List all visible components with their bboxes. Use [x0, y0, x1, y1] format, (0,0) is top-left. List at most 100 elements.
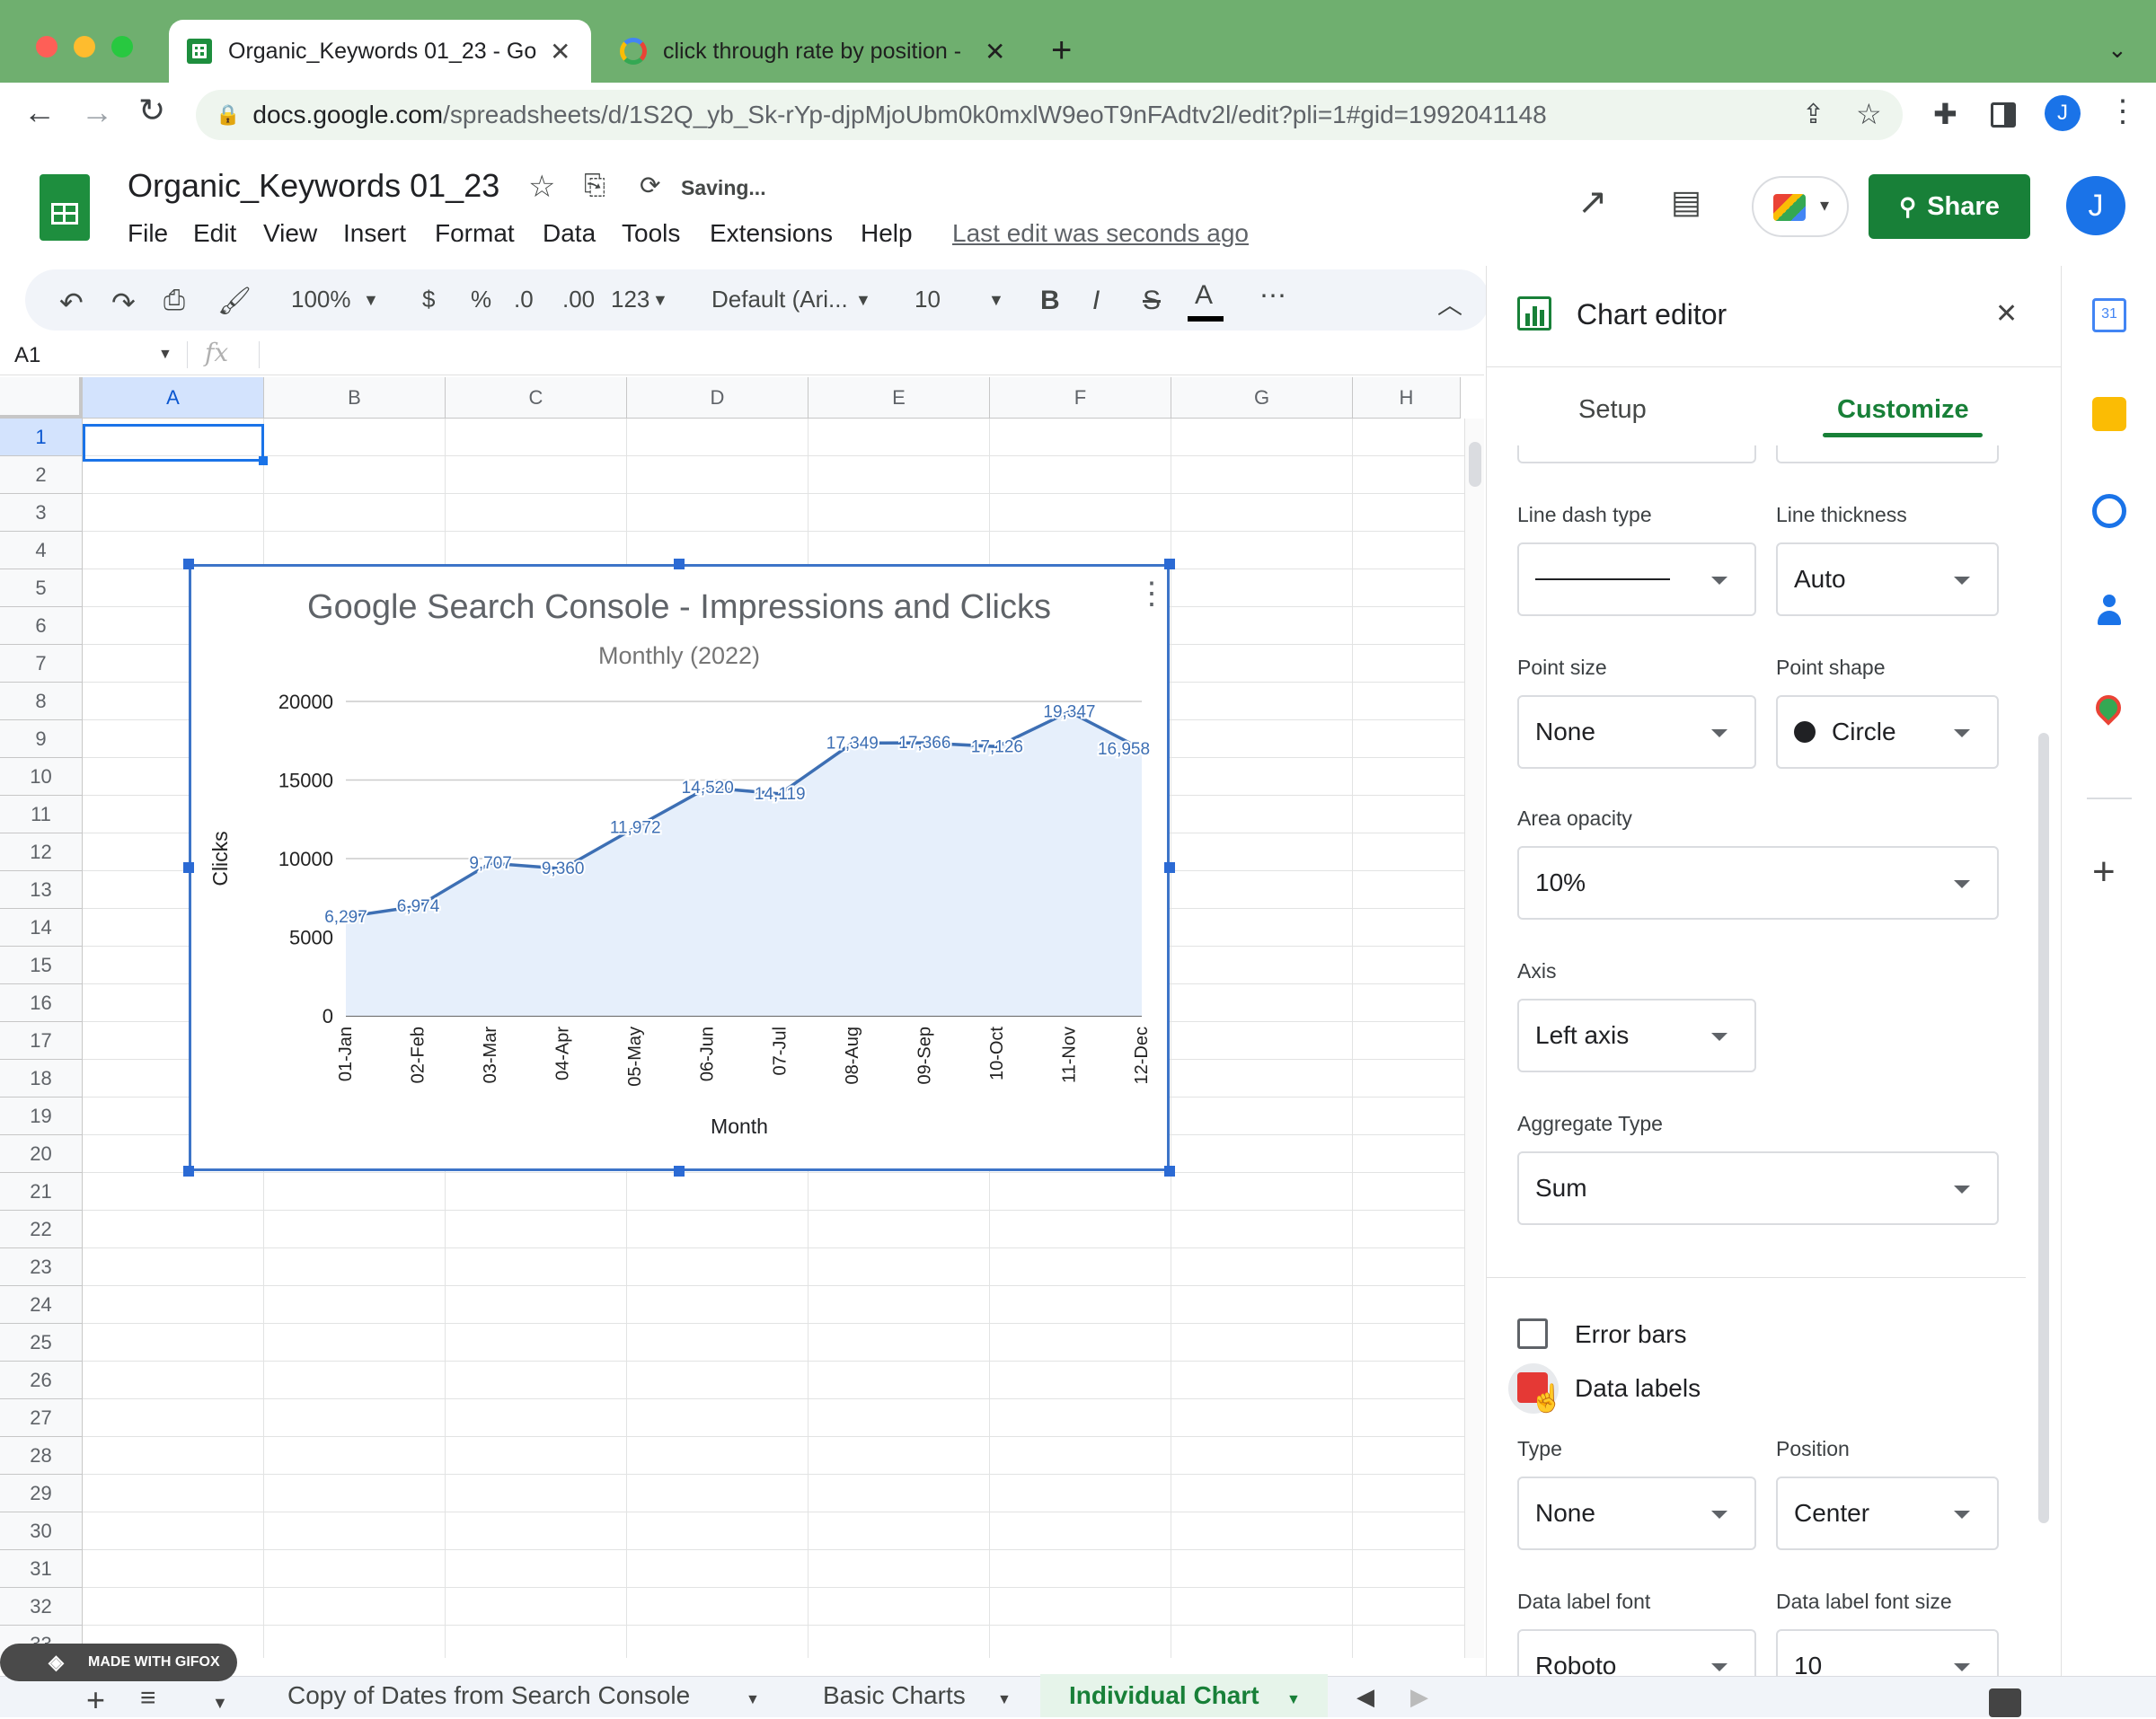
tab-setup[interactable]: Setup — [1578, 395, 1647, 425]
add-addon-icon[interactable]: + — [2092, 850, 2116, 895]
row-header[interactable]: 6 — [0, 607, 83, 645]
paint-format-icon[interactable]: 🖌 — [217, 286, 252, 317]
resize-handle[interactable] — [183, 862, 194, 873]
font-caret-icon[interactable]: ▼ — [855, 291, 871, 310]
column-header[interactable]: H — [1353, 377, 1461, 419]
redo-icon[interactable]: ↷ — [111, 286, 136, 320]
label-position-dropdown[interactable]: Center — [1776, 1477, 1999, 1550]
calendar-icon[interactable]: 31 — [2092, 298, 2126, 332]
line-thickness-dropdown[interactable]: Auto — [1776, 542, 1999, 616]
side-panel-icon[interactable] — [1991, 102, 2016, 128]
menu-edit[interactable]: Edit — [193, 219, 236, 248]
reload-icon[interactable]: ↻ — [138, 92, 165, 129]
row-header[interactable]: 8 — [0, 683, 83, 720]
comments-icon[interactable]: ▤ — [1671, 183, 1701, 221]
row-header[interactable]: 27 — [0, 1399, 83, 1437]
formula-input[interactable] — [270, 336, 1473, 372]
menu-help[interactable]: Help — [861, 219, 913, 248]
column-header[interactable]: D — [627, 377, 808, 419]
share-button[interactable]: ⚲ Share — [1869, 174, 2030, 239]
row-header[interactable]: 4 — [0, 532, 83, 569]
label-type-dropdown[interactable]: None — [1517, 1477, 1756, 1550]
sheet-tab-active[interactable]: Individual Chart ▼ — [1040, 1674, 1328, 1717]
cut-off-dropdown[interactable] — [1517, 445, 1756, 463]
formats-caret-icon[interactable]: ▼ — [652, 291, 668, 310]
chart[interactable]: ⋮ Google Search Console - Impressions an… — [189, 564, 1170, 1171]
zoom-caret-icon[interactable]: ▼ — [363, 291, 379, 310]
column-header[interactable]: C — [446, 377, 627, 419]
tab-customize[interactable]: Customize — [1837, 395, 1969, 425]
row-header[interactable]: 26 — [0, 1362, 83, 1399]
select-all-corner[interactable] — [0, 377, 83, 419]
point-shape-dropdown[interactable]: Circle — [1776, 695, 1999, 769]
close-panel-icon[interactable]: ✕ — [1995, 298, 2018, 330]
scroll-thumb[interactable] — [1469, 442, 1481, 487]
browser-tab-active[interactable]: Organic_Keywords 01_23 - Go ✕ — [169, 20, 591, 83]
row-header[interactable]: 25 — [0, 1324, 83, 1362]
axis-dropdown[interactable]: Left axis — [1517, 999, 1756, 1072]
row-header[interactable]: 12 — [0, 833, 83, 871]
row-header[interactable]: 21 — [0, 1173, 83, 1211]
menu-view[interactable]: View — [263, 219, 317, 248]
explore-icon[interactable] — [1989, 1688, 2021, 1717]
new-tab-button[interactable]: + — [1051, 31, 1072, 71]
row-header[interactable]: 31 — [0, 1550, 83, 1588]
star-icon[interactable]: ☆ — [528, 169, 555, 205]
strikethrough-icon[interactable]: S — [1143, 286, 1161, 316]
font-size-caret-icon[interactable]: ▼ — [988, 291, 1004, 310]
extensions-icon[interactable]: ✚ — [1933, 97, 1957, 131]
row-header[interactable]: 22 — [0, 1211, 83, 1248]
tab-search-chevron-icon[interactable]: ⌄ — [2107, 36, 2127, 64]
more-formats-button[interactable]: 123 — [611, 286, 649, 313]
sheet-tab[interactable]: Basic Charts ▼ — [796, 1678, 1029, 1717]
active-cell-a1[interactable] — [83, 424, 264, 462]
column-header[interactable]: F — [990, 377, 1171, 419]
menu-extensions[interactable]: Extensions — [710, 219, 833, 248]
resize-handle[interactable] — [1164, 559, 1175, 569]
row-header[interactable]: 19 — [0, 1098, 83, 1135]
undo-icon[interactable]: ↶ — [59, 286, 84, 320]
row-header[interactable]: 17 — [0, 1022, 83, 1060]
cut-off-dropdown[interactable] — [1776, 445, 1999, 463]
row-header[interactable]: 30 — [0, 1512, 83, 1550]
column-header[interactable]: A — [83, 377, 264, 419]
close-tab-icon[interactable]: ✕ — [550, 37, 570, 66]
error-bars-checkbox[interactable] — [1517, 1318, 1548, 1349]
sheets-logo-icon[interactable] — [40, 174, 90, 241]
bold-icon[interactable]: B — [1040, 286, 1060, 316]
fill-handle[interactable] — [259, 456, 268, 465]
name-box-caret-icon[interactable]: ▼ — [158, 347, 172, 363]
increase-decimal-button[interactable]: .00 — [562, 286, 595, 313]
column-header[interactable]: E — [808, 377, 990, 419]
row-header[interactable]: 2 — [0, 456, 83, 494]
row-header[interactable]: 32 — [0, 1588, 83, 1626]
close-tab-icon[interactable]: ✕ — [985, 37, 1005, 66]
activity-trend-icon[interactable]: ↗ — [1577, 181, 1608, 223]
percent-format-button[interactable]: % — [471, 286, 491, 313]
decrease-decimal-button[interactable]: .0 — [514, 286, 534, 313]
resize-handle[interactable] — [183, 559, 194, 569]
menu-format[interactable]: Format — [435, 219, 515, 248]
name-box[interactable]: A1 — [14, 343, 40, 368]
menu-data[interactable]: Data — [543, 219, 596, 248]
document-title[interactable]: Organic_Keywords 01_23 — [128, 167, 499, 205]
resize-handle[interactable] — [183, 1166, 194, 1177]
text-color-icon[interactable]: A — [1186, 280, 1225, 323]
font-select[interactable]: Default (Ari... — [711, 286, 848, 313]
account-avatar[interactable]: J — [2066, 176, 2125, 235]
zoom-select[interactable]: 100% — [291, 286, 351, 313]
all-sheets-icon[interactable]: ≡ — [140, 1683, 156, 1714]
last-edit-link[interactable]: Last edit was seconds ago — [952, 219, 1249, 248]
menu-file[interactable]: File — [128, 219, 168, 248]
row-header[interactable]: 15 — [0, 947, 83, 984]
address-bar[interactable]: 🔒 docs.google.com/spreadsheets/d/1S2Q_yb… — [196, 90, 1903, 140]
browser-menu-icon[interactable]: ⋮ — [2107, 93, 2138, 129]
contacts-icon[interactable] — [2096, 595, 2123, 627]
bookmark-star-icon[interactable]: ☆ — [1856, 97, 1882, 131]
row-header[interactable]: 10 — [0, 758, 83, 796]
sheet-tab[interactable]: Copy of Dates from Search Console ▼ — [261, 1678, 791, 1717]
line-dash-type-dropdown[interactable] — [1517, 542, 1756, 616]
row-header[interactable]: 11 — [0, 796, 83, 833]
share-page-icon[interactable]: ⇪ — [1802, 99, 1825, 130]
row-header[interactable]: 28 — [0, 1437, 83, 1475]
